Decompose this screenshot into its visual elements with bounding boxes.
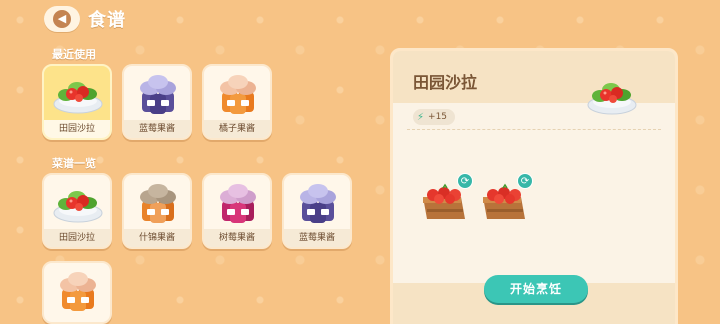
refresh-icon[interactable]: ⟳ xyxy=(517,173,533,189)
energy-badge: ⚡ +15 xyxy=(413,109,456,125)
recipe-card-recent-2[interactable]: 蓝莓果酱 xyxy=(122,64,192,140)
recipe-title: 田园沙拉 xyxy=(413,73,478,92)
section-title-catalog: 菜谱一览 xyxy=(52,157,96,170)
blueberry-jam-icon xyxy=(300,184,336,223)
energy-value: +15 xyxy=(428,112,448,122)
page-title: 食谱 xyxy=(88,10,126,31)
refresh-icon[interactable]: ⟳ xyxy=(457,173,473,189)
recipe-card-label: 田园沙拉 xyxy=(44,120,110,138)
recipe-card-catalog-3[interactable]: 树莓果酱 xyxy=(202,173,272,249)
recipe-card-label: 田园沙拉 xyxy=(44,229,110,247)
orange-jam-icon xyxy=(60,272,96,311)
mixed-jam-icon xyxy=(140,184,176,223)
recipe-card-catalog-1[interactable]: 田园沙拉 xyxy=(42,173,112,249)
recipe-card-catalog-5[interactable] xyxy=(42,261,112,324)
section-title-recent: 最近使用 xyxy=(52,48,96,61)
salad-icon xyxy=(587,82,637,115)
salad-icon xyxy=(53,190,103,223)
lightning-icon: ⚡ xyxy=(417,111,425,123)
recipe-card-recent-3[interactable]: 橘子果酱 xyxy=(202,64,272,140)
recipe-card-catalog-4[interactable]: 蓝莓果酱 xyxy=(282,173,352,249)
ingredient-slot-2[interactable]: ⟳ xyxy=(479,173,533,227)
back-button[interactable]: ◀ xyxy=(44,6,80,32)
recipe-card-label: 蓝莓果酱 xyxy=(284,229,350,247)
blueberry-jam-icon xyxy=(140,75,176,114)
header: ◀ 食谱 xyxy=(44,6,126,32)
recipe-card-label: 蓝莓果酱 xyxy=(124,120,190,138)
divider xyxy=(407,129,661,130)
recipe-card-recent-1[interactable]: 田园沙拉 xyxy=(42,64,112,140)
recipe-card-label: 什锦果酱 xyxy=(124,229,190,247)
recipe-card-label: 橘子果酱 xyxy=(204,120,270,138)
recipe-card-catalog-2[interactable]: 什锦果酱 xyxy=(122,173,192,249)
chevron-left-icon: ◀ xyxy=(53,10,71,28)
salad-icon xyxy=(53,81,103,114)
recipe-detail-panel: 田园沙拉 ⚡ +15 ⟳ ⟳ 开始烹饪 xyxy=(390,48,678,324)
raspberry-jam-icon xyxy=(220,184,256,223)
orange-jam-icon xyxy=(220,75,256,114)
start-cooking-button[interactable]: 开始烹饪 xyxy=(484,275,588,303)
recipe-card-label: 树莓果酱 xyxy=(204,229,270,247)
ingredient-slot-1[interactable]: ⟳ xyxy=(419,173,473,227)
